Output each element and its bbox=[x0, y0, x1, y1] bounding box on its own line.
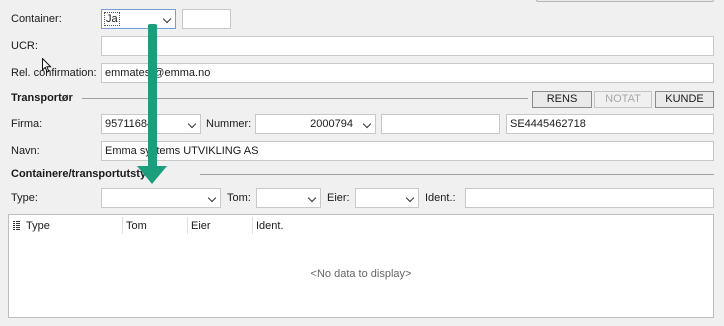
blank-field[interactable] bbox=[381, 114, 500, 134]
firma-value: 95711684 bbox=[105, 118, 154, 130]
ident-filter-field[interactable] bbox=[465, 188, 714, 208]
chevron-down-icon[interactable] bbox=[207, 193, 217, 203]
eier-filter-select[interactable] bbox=[355, 188, 419, 208]
rel-confirmation-field[interactable]: emmatest@emma.no bbox=[101, 63, 714, 83]
rens-button[interactable]: RENS bbox=[532, 91, 592, 108]
ucr-label: UCR: bbox=[11, 40, 38, 52]
ucr-field[interactable] bbox=[101, 36, 714, 56]
org-number-field[interactable]: SE4445462718 bbox=[506, 114, 714, 134]
nummer-value: 2000794 bbox=[310, 118, 353, 130]
type-filter-select[interactable] bbox=[101, 188, 221, 208]
column-header-tom[interactable]: Tom bbox=[126, 219, 147, 233]
ident-filter-label: Ident.: bbox=[425, 192, 456, 204]
grid-empty-message: <No data to display> bbox=[310, 268, 412, 280]
notat-button[interactable]: NOTAT bbox=[594, 91, 652, 108]
tom-filter-select[interactable] bbox=[256, 188, 321, 208]
transportor-title: Transportør bbox=[11, 92, 73, 104]
column-separator bbox=[187, 217, 188, 234]
kunde-button[interactable]: KUNDE bbox=[655, 91, 714, 108]
type-filter-label: Type: bbox=[11, 192, 38, 204]
column-chooser-icon[interactable] bbox=[13, 221, 20, 230]
column-separator bbox=[252, 217, 253, 234]
tom-filter-label: Tom: bbox=[227, 192, 251, 204]
chevron-down-icon[interactable] bbox=[405, 193, 415, 203]
chevron-down-icon[interactable] bbox=[307, 193, 317, 203]
nummer-select[interactable]: 2000794 bbox=[255, 114, 376, 134]
column-header-ident[interactable]: Ident. bbox=[256, 219, 284, 233]
rel-confirmation-label: Rel. confirmation: bbox=[11, 67, 97, 79]
chevron-down-icon[interactable] bbox=[362, 119, 372, 129]
nummer-label: Nummer: bbox=[206, 118, 252, 130]
navn-field[interactable]: Emma systems UTVIKLING AS bbox=[101, 141, 714, 161]
chevron-down-icon[interactable] bbox=[187, 119, 197, 129]
chevron-down-icon[interactable] bbox=[162, 14, 172, 24]
column-header-eier[interactable]: Eier bbox=[191, 219, 211, 233]
navn-label: Navn: bbox=[11, 145, 40, 157]
eier-filter-label: Eier: bbox=[327, 192, 350, 204]
container-label: Container: bbox=[11, 13, 62, 25]
annotation-arrow-icon bbox=[148, 24, 157, 170]
container-select[interactable]: Ja bbox=[101, 9, 176, 29]
container-value: Ja bbox=[104, 12, 120, 26]
mouse-pointer-icon bbox=[42, 57, 52, 76]
column-separator bbox=[122, 217, 123, 234]
container-extra-field[interactable] bbox=[182, 9, 231, 29]
annotation-arrow-head bbox=[137, 166, 167, 184]
containere-divider bbox=[200, 174, 714, 175]
column-header-type[interactable]: Type bbox=[26, 219, 50, 233]
top-partial-button[interactable] bbox=[536, 0, 714, 2]
containere-title: Containere/transportutstyr bbox=[11, 168, 151, 180]
firma-label: Firma: bbox=[11, 118, 43, 130]
containers-grid[interactable]: Type Tom Eier Ident. <No data to display… bbox=[8, 214, 714, 318]
